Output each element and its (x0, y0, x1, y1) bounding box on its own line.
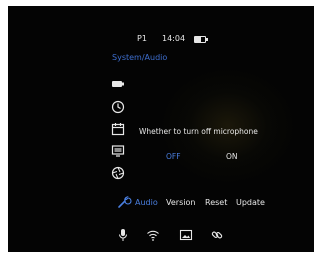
device-screen: P1 14:04 System/Audio Whether to turn of… (8, 6, 314, 252)
wrench-icon (116, 194, 132, 210)
screen-glare (158, 66, 298, 186)
link-icon[interactable] (210, 227, 224, 241)
setting-label: Whether to turn off microphone (139, 127, 258, 136)
shutter-icon[interactable] (111, 166, 125, 180)
tab-version[interactable]: Version (166, 198, 195, 207)
breadcrumb: System/Audio (112, 53, 168, 62)
page-indicator: P1 (137, 34, 147, 43)
option-off[interactable]: OFF (166, 152, 181, 161)
tab-reset[interactable]: Reset (205, 198, 227, 207)
microphone-icon[interactable] (116, 227, 130, 241)
screen-icon[interactable] (111, 144, 125, 158)
tab-audio[interactable]: Audio (135, 198, 158, 207)
calendar-icon[interactable] (111, 122, 125, 136)
option-on[interactable]: ON (226, 152, 238, 161)
clock-time: 14:04 (162, 34, 186, 43)
image-icon[interactable] (179, 227, 193, 241)
battery-icon (194, 36, 208, 43)
clock-icon[interactable] (111, 100, 125, 114)
status-bar: P1 14:04 (8, 33, 314, 47)
tab-update[interactable]: Update (236, 198, 265, 207)
record-icon[interactable] (111, 77, 125, 91)
wifi-icon[interactable] (146, 227, 160, 241)
